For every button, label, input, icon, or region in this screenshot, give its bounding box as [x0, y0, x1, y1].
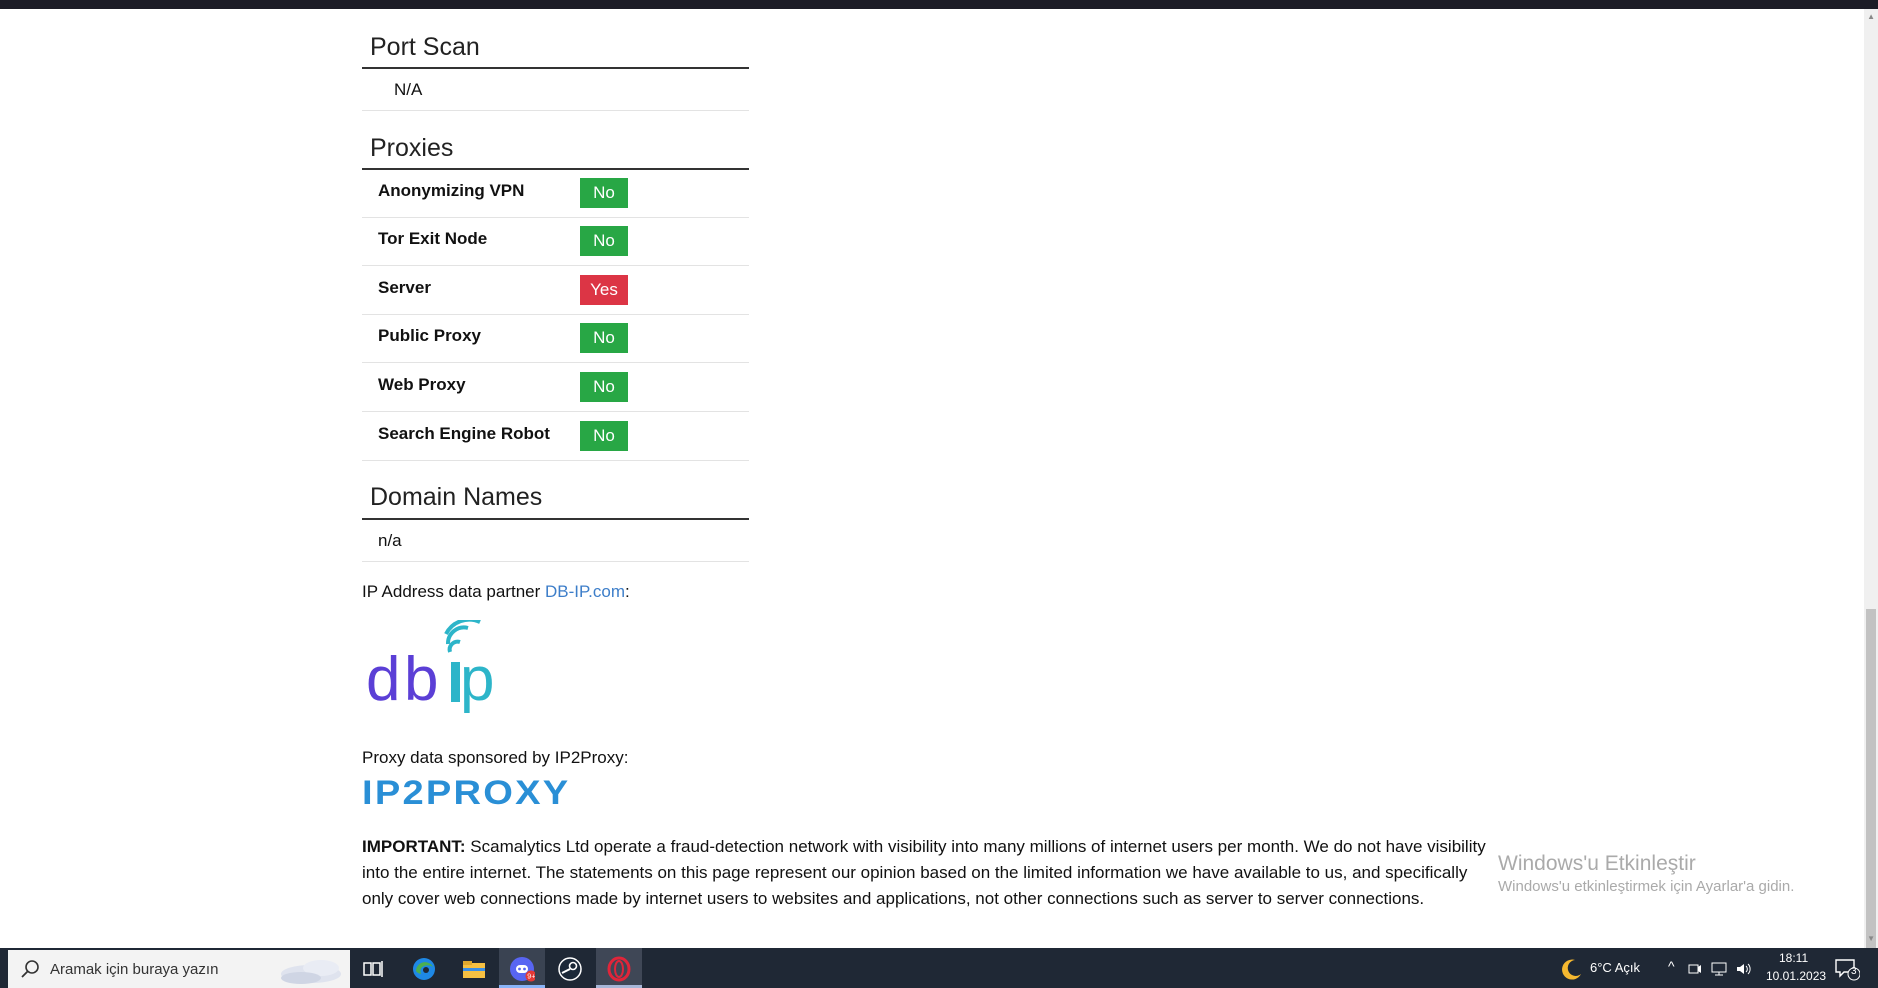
row-divider: [362, 460, 749, 461]
dbip-partner-prefix: IP Address data partner: [362, 582, 546, 601]
row-divider: [362, 110, 749, 111]
windows-taskbar: Aramak için buraya yazın 9+ 6°C Açık ^ 1…: [0, 948, 1878, 988]
opera-icon[interactable]: [606, 956, 632, 982]
network-icon[interactable]: [1710, 956, 1728, 982]
moon-weather-icon[interactable]: [1558, 956, 1584, 982]
search-highlight-image-icon: [281, 960, 341, 984]
important-text: Scamalytics Ltd operate a fraud-detectio…: [362, 837, 1486, 908]
status-badge: No: [580, 421, 628, 451]
weather-text[interactable]: 6°C Açık: [1590, 960, 1640, 975]
taskbar-search-box[interactable]: Aramak için buraya yazın: [8, 950, 350, 988]
proxies-title: Proxies: [370, 134, 454, 162]
row-divider: [362, 411, 749, 412]
proxy-row-label: Web Proxy: [378, 375, 466, 394]
status-badge: No: [580, 178, 628, 208]
domain-names-title: Domain Names: [370, 483, 543, 511]
dbip-link[interactable]: DB-IP.com: [545, 582, 625, 601]
search-placeholder: Aramak için buraya yazın: [50, 960, 219, 978]
file-explorer-icon[interactable]: [461, 956, 487, 982]
proxy-row-label: Search Engine Robot: [378, 424, 550, 443]
dbip-partner-suffix: :: [625, 582, 630, 601]
port-scan-title: Port Scan: [370, 33, 480, 61]
clock-time[interactable]: 18:11: [1779, 951, 1808, 965]
windows-activation-title: Windows'u Etkinleştir: [1498, 852, 1696, 875]
dbip-partner-line: IP Address data partner DB-IP.com:: [362, 582, 630, 602]
port-scan-rule: [362, 67, 749, 69]
proxies-rule: [362, 168, 749, 170]
ip2proxy-logo[interactable]: IP2PROXY: [362, 774, 570, 813]
status-badge: Yes: [580, 275, 628, 305]
row-divider: [362, 314, 749, 315]
row-divider: [362, 362, 749, 363]
search-icon: [21, 960, 39, 978]
notification-count: 3: [1851, 966, 1857, 977]
meet-now-icon[interactable]: [1687, 956, 1703, 982]
svg-text:d: d: [366, 645, 400, 714]
proxy-row-label: Server: [378, 278, 431, 297]
dbip-logo[interactable]: d b p: [364, 620, 524, 720]
proxy-row-label: Public Proxy: [378, 326, 481, 345]
row-divider: [362, 561, 749, 562]
task-view-icon[interactable]: [360, 956, 386, 982]
domain-names-value: n/a: [378, 531, 402, 550]
proxy-row-label: Anonymizing VPN: [378, 181, 525, 200]
ip2proxy-sponsor-line: Proxy data sponsored by IP2Proxy:: [362, 748, 629, 767]
page-scrollbar[interactable]: [1864, 9, 1878, 954]
important-label: IMPORTANT:: [362, 837, 466, 856]
chevron-up-icon[interactable]: ^: [1668, 958, 1675, 974]
domain-names-rule: [362, 518, 749, 520]
clock-date[interactable]: 10.01.2023: [1766, 969, 1826, 983]
port-scan-value: N/A: [394, 80, 423, 99]
scrollbar-thumb[interactable]: [1866, 609, 1876, 954]
steam-icon[interactable]: [557, 956, 583, 982]
svg-text:b: b: [404, 645, 438, 714]
status-badge: No: [580, 323, 628, 353]
speaker-icon[interactable]: [1735, 956, 1753, 982]
svg-text:9+: 9+: [527, 974, 535, 981]
row-divider: [362, 265, 749, 266]
scroll-down-arrow-icon[interactable]: ▼: [1867, 934, 1875, 943]
scroll-up-arrow-icon[interactable]: ▲: [1867, 12, 1875, 21]
windows-activation-subtitle: Windows'u etkinleştirmek için Ayarlar'a …: [1498, 878, 1795, 895]
svg-text:p: p: [460, 645, 494, 714]
status-badge: No: [580, 372, 628, 402]
browser-top-edge: [0, 0, 1878, 9]
status-badge: No: [580, 226, 628, 256]
row-divider: [362, 217, 749, 218]
discord-icon[interactable]: 9+: [509, 956, 535, 982]
proxy-row-label: Tor Exit Node: [378, 229, 488, 248]
edge-icon[interactable]: [411, 956, 437, 982]
important-notice: IMPORTANT: Scamalytics Ltd operate a fra…: [362, 834, 1492, 912]
